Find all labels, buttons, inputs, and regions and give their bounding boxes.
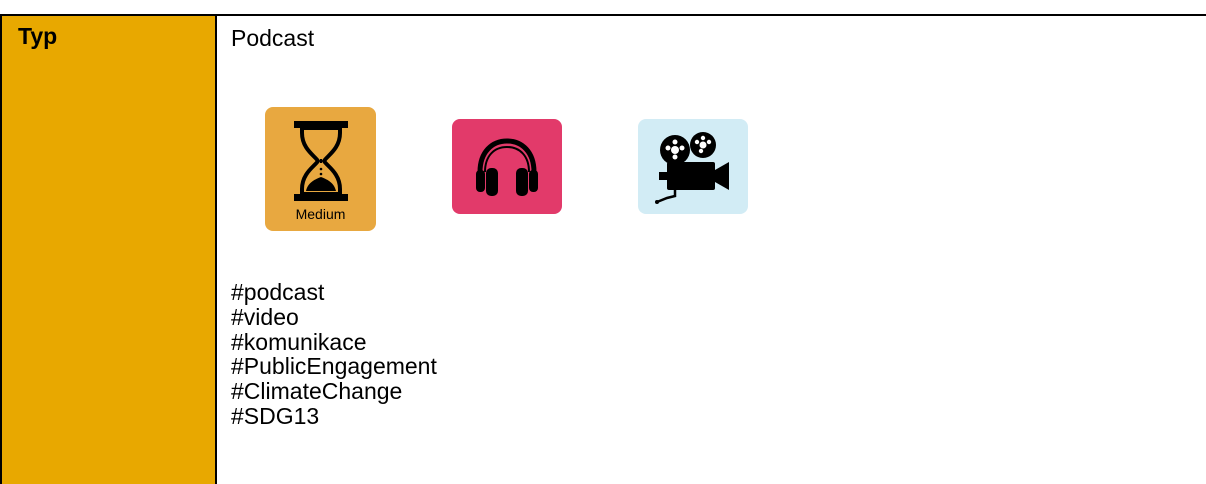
hourglass-icon [291,119,351,203]
hashtag-item: #PublicEngagement [231,353,437,380]
audio-tile [452,119,562,214]
film-camera-icon [645,130,741,204]
headphones-icon [472,136,542,198]
type-value: Podcast [231,25,315,51]
medium-label: Medium [295,206,346,222]
video-tile [638,119,748,214]
hashtag-list: #podcast #video #komunikace #PublicEngag… [231,280,437,429]
hashtag-item: #podcast [231,279,325,305]
row-label: Typ [18,23,58,49]
row-label-cell: Typ [2,16,217,484]
hashtag-item: #ClimateChange [231,378,403,405]
hashtag-item: #video [231,303,299,330]
hashtag-item: #komunikace [231,328,367,355]
row-content-cell: Podcast Medium #podcast #video #komunika… [217,16,1206,484]
info-table: Typ Podcast Medium #podcast #video #komu… [0,14,1206,484]
medium-tile: Medium [265,107,376,231]
hashtag-item: #SDG13 [231,402,320,429]
